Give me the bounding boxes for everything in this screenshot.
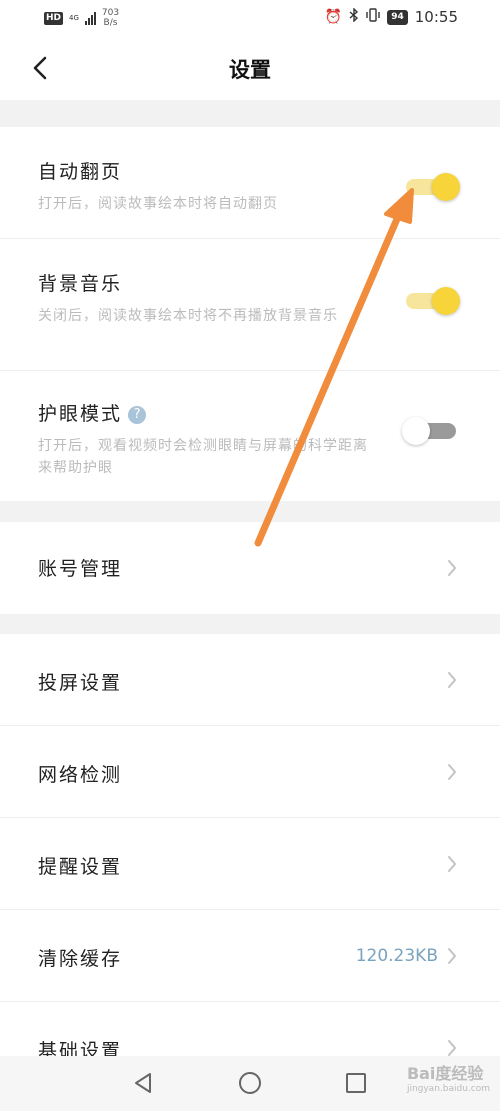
chevron-right-icon: [448, 764, 457, 780]
settings-group: 投屏设置 网络检测 提醒设置 清除缓存 120.23KB 基础设置: [0, 634, 500, 1062]
setting-background-music: 背景音乐 关闭后，阅读故事绘本时将不再播放背景音乐: [0, 239, 500, 371]
cache-size: 120.23KB: [355, 946, 438, 966]
home-circle-icon[interactable]: [237, 1070, 263, 1096]
setting-title-wrap: 护眼模式?: [38, 399, 147, 426]
question-circle-icon[interactable]: ?: [128, 406, 147, 424]
battery-icon: 94: [387, 9, 408, 25]
auto-page-toggle[interactable]: [406, 173, 460, 201]
setting-desc: 关闭后，阅读故事绘本时将不再播放背景音乐: [38, 308, 338, 324]
account-group: 账号管理: [0, 522, 500, 614]
toggle-knob: [402, 417, 430, 445]
chevron-right-icon: [448, 560, 457, 576]
recents-square-icon[interactable]: [343, 1070, 369, 1096]
bluetooth-icon: [349, 7, 359, 26]
toggle-knob: [432, 287, 460, 315]
setting-desc: 打开后，观看视频时会检测眼睛与屏幕的科学距离来帮助护眼: [38, 438, 368, 476]
setting-desc: 打开后，阅读故事绘本时将自动翻页: [38, 196, 278, 212]
vibrate-icon: [366, 8, 380, 26]
network-type: 4G: [69, 13, 79, 22]
setting-eye-care: 护眼模式? 打开后，观看视频时会检测眼睛与屏幕的科学距离来帮助护眼: [0, 371, 500, 501]
chevron-right-icon: [448, 1040, 457, 1056]
list-item-cast[interactable]: 投屏设置: [0, 634, 500, 726]
status-bar: HD 4G 703 B/s ⏰ 94 10:55: [0, 0, 500, 36]
alarm-icon: ⏰: [324, 9, 343, 25]
setting-title: 自动翻页: [38, 161, 123, 183]
eye-care-toggle[interactable]: [402, 417, 456, 445]
watermark-brand: Bai度经验: [406, 1064, 484, 1083]
speed-value: 703: [101, 8, 120, 18]
watermark-url: jingyan.baidu.com: [406, 1084, 490, 1094]
background-music-toggle[interactable]: [406, 287, 460, 315]
list-item-label: 投屏设置: [38, 672, 123, 694]
setting-auto-page: 自动翻页 打开后，阅读故事绘本时将自动翻页: [0, 127, 500, 239]
chevron-right-icon: [448, 672, 457, 688]
clock: 10:55: [414, 8, 458, 26]
speed-unit: B/s: [103, 18, 118, 28]
network-speed: 703 B/s: [102, 8, 119, 28]
toggle-group: 自动翻页 打开后，阅读故事绘本时将自动翻页 背景音乐 关闭后，阅读故事绘本时将不…: [0, 127, 500, 501]
list-item-network[interactable]: 网络检测: [0, 726, 500, 818]
list-item-reminder[interactable]: 提醒设置: [0, 818, 500, 910]
setting-title: 背景音乐: [38, 273, 123, 295]
list-item-label: 网络检测: [38, 764, 123, 786]
list-item-account[interactable]: 账号管理: [0, 522, 500, 614]
back-triangle-icon[interactable]: [130, 1070, 156, 1096]
signal-icon: [84, 11, 96, 25]
setting-title: 护眼模式: [38, 403, 123, 425]
status-left: HD 4G 703 B/s: [44, 8, 119, 28]
status-right: ⏰ 94 10:55: [324, 7, 458, 26]
baidu-watermark: Bai度经验 jingyan.baidu.com: [407, 1060, 490, 1094]
list-item-label: 提醒设置: [38, 856, 123, 878]
list-item-label: 账号管理: [38, 558, 123, 580]
list-item-label: 清除缓存: [38, 948, 123, 970]
list-item-clear-cache[interactable]: 清除缓存 120.23KB: [0, 910, 500, 1002]
hd-badge: HD: [44, 11, 64, 25]
header: 设置: [0, 36, 500, 100]
chevron-right-icon: [448, 856, 457, 872]
page-title: 设置: [229, 58, 271, 82]
toggle-knob: [432, 173, 460, 201]
chevron-right-icon: [448, 948, 457, 964]
